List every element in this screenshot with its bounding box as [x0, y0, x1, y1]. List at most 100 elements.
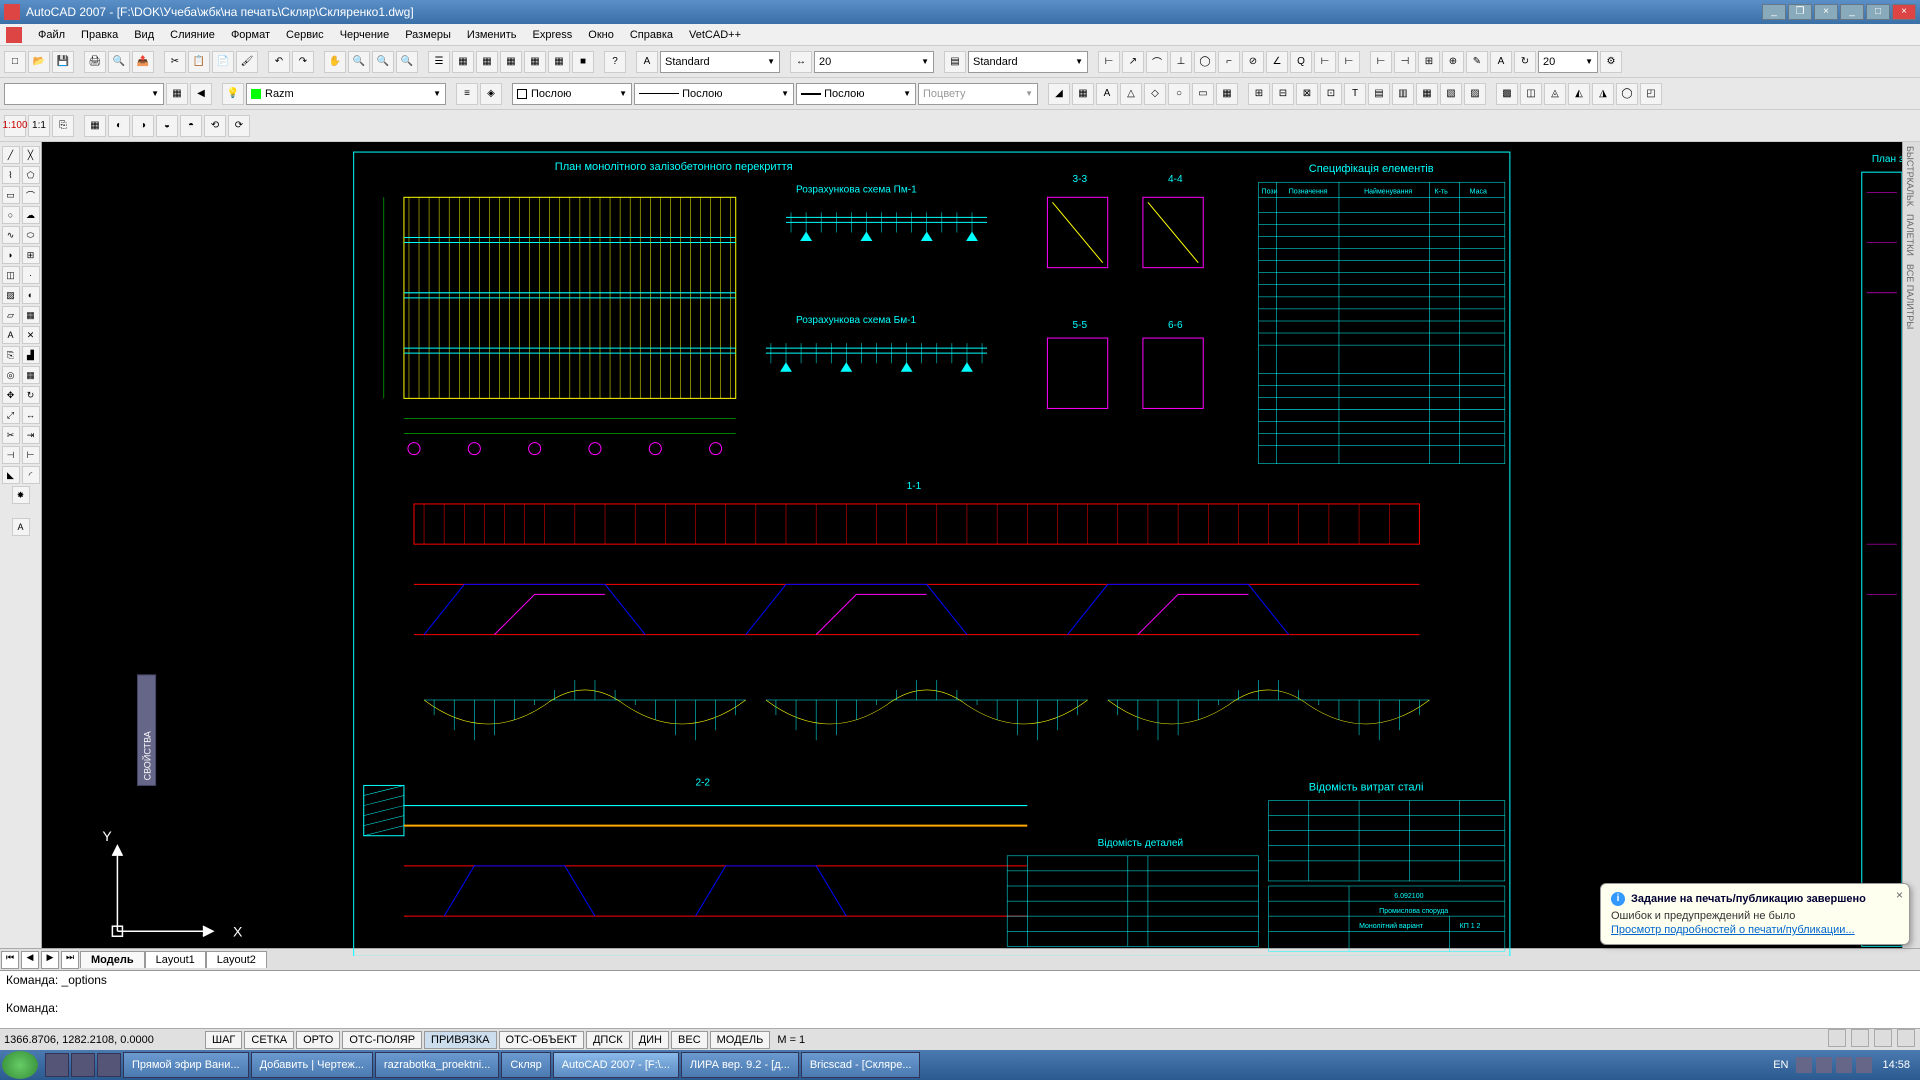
ellipsearc-button[interactable]: ◗ — [2, 246, 20, 264]
props-button[interactable]: ☰ — [428, 51, 450, 73]
mode-model[interactable]: МОДЕЛЬ — [710, 1031, 771, 1049]
layer-iso-button[interactable]: ◈ — [480, 83, 502, 105]
rotate-button[interactable]: ↻ — [22, 386, 40, 404]
restore-button[interactable]: ❐ — [1788, 4, 1812, 20]
tool-20[interactable]: ◫ — [1520, 83, 1542, 105]
menu-modify[interactable]: Изменить — [459, 27, 525, 43]
xline-button[interactable]: ╳ — [22, 146, 40, 164]
calc-button[interactable]: ▦ — [548, 51, 570, 73]
paste-button[interactable]: 📄 — [212, 51, 234, 73]
mode-grid[interactable]: СЕТКА — [244, 1031, 294, 1049]
tray-av-icon[interactable] — [1836, 1057, 1852, 1073]
cut-button[interactable]: ✂ — [164, 51, 186, 73]
block-button[interactable]: ■ — [572, 51, 594, 73]
mode-otrack[interactable]: ОТС-ОБЪЕКТ — [499, 1031, 584, 1049]
undo-button[interactable]: ↶ — [268, 51, 290, 73]
copy-obj-button[interactable]: ⎘ — [2, 346, 20, 364]
vc-10[interactable]: ⟳ — [228, 115, 250, 137]
dim-size-dropdown[interactable]: 20▼ — [1538, 51, 1598, 73]
ellipse-button[interactable]: ⬭ — [22, 226, 40, 244]
mode-lwt[interactable]: ВЕС — [671, 1031, 708, 1049]
mode-polar[interactable]: ОТС-ПОЛЯР — [342, 1031, 422, 1049]
dim-update-button[interactable]: ↻ — [1514, 51, 1536, 73]
preview-button[interactable]: 🔍 — [108, 51, 130, 73]
vc-1[interactable]: 1:100 — [4, 115, 26, 137]
task-7[interactable]: Bricscad - [Скляре... — [801, 1052, 921, 1078]
vc-7[interactable]: ◒ — [156, 115, 178, 137]
palette-tab-3[interactable]: ВСЕ ПАЛИТРЫ — [1903, 260, 1917, 333]
pline-button[interactable]: ⌇ — [2, 166, 20, 184]
redo-button[interactable]: ↷ — [292, 51, 314, 73]
dc-button[interactable]: ▦ — [452, 51, 474, 73]
tool-17[interactable]: ▧ — [1440, 83, 1462, 105]
dim-arc-button[interactable]: ⌒ — [1146, 51, 1168, 73]
vc-5[interactable]: ◐ — [108, 115, 130, 137]
task-3[interactable]: razrabotka_proektni... — [375, 1052, 499, 1078]
tool-12[interactable]: ⊡ — [1320, 83, 1342, 105]
task-1[interactable]: Прямой эфир Вани... — [123, 1052, 249, 1078]
menu-draw[interactable]: Черчение — [332, 27, 398, 43]
mode-snap[interactable]: ШАГ — [205, 1031, 242, 1049]
close-button[interactable]: × — [1892, 4, 1916, 20]
dim-break-button[interactable]: ⊣ — [1394, 51, 1416, 73]
table-button[interactable]: ▦ — [22, 306, 40, 324]
new-button[interactable]: □ — [4, 51, 26, 73]
tool-6[interactable]: ○ — [1168, 83, 1190, 105]
tool-25[interactable]: ◰ — [1640, 83, 1662, 105]
tray-icon-4[interactable] — [1897, 1029, 1915, 1047]
balloon-link[interactable]: Просмотр подробностей о печати/публикаци… — [1611, 924, 1899, 936]
dim-style-dropdown[interactable]: 20▼ — [814, 51, 934, 73]
tray-upd-icon[interactable] — [1856, 1057, 1872, 1073]
quicklaunch-3[interactable] — [97, 1053, 121, 1077]
menu-window[interactable]: Окно — [580, 27, 622, 43]
tool-5[interactable]: ◇ — [1144, 83, 1166, 105]
menu-vetcad[interactable]: VetCAD++ — [681, 27, 749, 43]
ssm-button[interactable]: ▦ — [500, 51, 522, 73]
color-dropdown[interactable]: Послою▼ — [512, 83, 632, 105]
dim-dia-button[interactable]: ⊘ — [1242, 51, 1264, 73]
tool-9[interactable]: ⊞ — [1248, 83, 1270, 105]
circle-button[interactable]: ○ — [2, 206, 20, 224]
arc-button[interactable]: ⌒ — [22, 186, 40, 204]
dim-aligned-button[interactable]: ↗ — [1122, 51, 1144, 73]
stretch-button[interactable]: ↔ — [22, 406, 40, 424]
dim-style-button[interactable]: ⚙ — [1600, 51, 1622, 73]
vc-8[interactable]: ◓ — [180, 115, 202, 137]
tool-8[interactable]: ▦ — [1216, 83, 1238, 105]
center-button[interactable]: ⊕ — [1442, 51, 1464, 73]
maximize-button[interactable]: □ — [1866, 4, 1890, 20]
tolerance-button[interactable]: ⊞ — [1418, 51, 1440, 73]
task-4[interactable]: Скляр — [501, 1052, 550, 1078]
menu-view[interactable]: Вид — [126, 27, 162, 43]
vc-4[interactable]: ▦ — [84, 115, 106, 137]
trim-button[interactable]: ✂ — [2, 426, 20, 444]
region-button[interactable]: ▱ — [2, 306, 20, 324]
tab-prev-button[interactable]: ◀ — [21, 951, 39, 969]
vc-3[interactable]: ⎘ — [52, 115, 74, 137]
tool-14[interactable]: ▤ — [1368, 83, 1390, 105]
textstyle-icon[interactable]: A — [636, 51, 658, 73]
menu-edit[interactable]: Правка — [73, 27, 126, 43]
tool-15[interactable]: ▥ — [1392, 83, 1414, 105]
vc-9[interactable]: ⟲ — [204, 115, 226, 137]
scale-button[interactable]: ⤢ — [2, 406, 20, 424]
table-style-dropdown[interactable]: Standard▼ — [968, 51, 1088, 73]
copy-button[interactable]: 📋 — [188, 51, 210, 73]
spline-button[interactable]: ∿ — [2, 226, 20, 244]
lineweight-dropdown[interactable]: Послою▼ — [796, 83, 916, 105]
save-button[interactable]: 💾 — [52, 51, 74, 73]
block-make-button[interactable]: ◫ — [2, 266, 20, 284]
tool-11[interactable]: ⊠ — [1296, 83, 1318, 105]
layer-prev-button[interactable]: ◀ — [190, 83, 212, 105]
layer-dropdown[interactable]: Razm▼ — [246, 83, 446, 105]
layer-states-button[interactable]: ≡ — [456, 83, 478, 105]
dim-space-button[interactable]: ⊢ — [1370, 51, 1392, 73]
mode-ortho[interactable]: ОРТО — [296, 1031, 340, 1049]
menu-tools[interactable]: Сервис — [278, 27, 332, 43]
tool-18[interactable]: ▨ — [1464, 83, 1486, 105]
linetype-dropdown[interactable]: Послою▼ — [634, 83, 794, 105]
tool-16[interactable]: ▦ — [1416, 83, 1438, 105]
tray-net-icon[interactable] — [1796, 1057, 1812, 1073]
balloon-close-button[interactable]: × — [1896, 888, 1903, 902]
menu-help[interactable]: Справка — [622, 27, 681, 43]
